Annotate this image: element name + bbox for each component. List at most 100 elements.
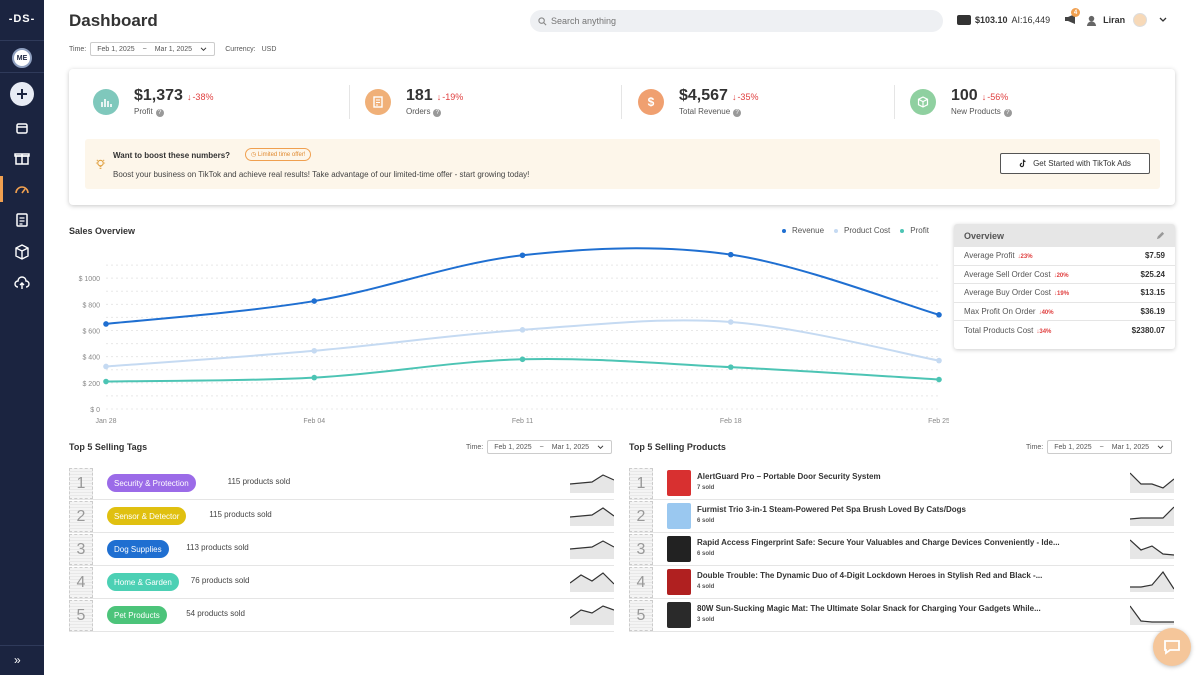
legend-revenue[interactable]: Revenue <box>782 226 824 235</box>
receipt-icon <box>365 89 391 115</box>
product-name[interactable]: Furmist Trio 3-in-1 Steam-Powered Pet Sp… <box>697 505 966 514</box>
stat-value: 100 <box>951 87 978 104</box>
product-sold: 4 sold <box>697 584 715 590</box>
tag-row[interactable]: 1 Security & Protection 115 products sol… <box>69 467 614 500</box>
overview-value: $36.19 <box>1140 306 1165 316</box>
product-row[interactable]: 3 Rapid Access Fingerprint Safe: Secure … <box>629 533 1174 566</box>
search-bar[interactable] <box>530 10 943 32</box>
help-icon[interactable]: ? <box>155 109 164 117</box>
tag-row[interactable]: 2 Sensor & Detector 115 products sold <box>69 500 614 533</box>
product-row[interactable]: 1 AlertGuard Pro – Portable Door Securit… <box>629 467 1174 500</box>
help-icon[interactable]: ? <box>733 109 742 117</box>
products-sold: 115 products sold <box>209 510 272 519</box>
document-icon[interactable] <box>14 212 30 228</box>
tag-row[interactable]: 4 Home & Garden 76 products sold <box>69 566 614 599</box>
y-tick-label: $ 1000 <box>79 276 101 283</box>
top-tags-title: Top 5 Selling Tags <box>69 442 148 452</box>
data-point[interactable] <box>103 363 109 370</box>
date-from: Feb 1, 2025 <box>494 443 532 451</box>
rank-number: 4 <box>629 567 653 598</box>
date-to: Mar 1, 2025 <box>1111 443 1150 451</box>
overview-value: $13.15 <box>1140 288 1165 298</box>
overview-change: 19% <box>1057 291 1070 298</box>
data-point[interactable] <box>311 298 318 304</box>
legend-product-cost[interactable]: Product Cost <box>834 226 890 235</box>
product-thumbnail[interactable] <box>667 602 691 628</box>
box-icon[interactable] <box>14 244 30 260</box>
ai-credits[interactable]: AI:16,449 <box>1012 15 1051 25</box>
product-name[interactable]: Double Trouble: The Dynamic Duo of 4-Dig… <box>697 571 1042 580</box>
tag-pill[interactable]: Home & Garden <box>107 573 179 591</box>
search-icon <box>538 16 547 25</box>
product-row[interactable]: 2 Furmist Trio 3-in-1 Steam-Powered Pet … <box>629 500 1174 533</box>
date-range-picker[interactable]: Feb 1, 2025 ~ Mar 1, 2025 <box>487 440 613 454</box>
product-thumbnail[interactable] <box>667 569 691 595</box>
tag-row[interactable]: 3 Dog Supplies 113 products sold <box>69 533 614 566</box>
data-point[interactable] <box>103 378 109 385</box>
dollar-icon: $ <box>638 89 664 115</box>
help-icon[interactable]: ? <box>433 109 442 117</box>
expand-sidebar-icon[interactable]: » <box>14 653 21 667</box>
stat-label: New Products <box>951 107 1001 116</box>
search-input[interactable] <box>551 16 931 26</box>
chevron-down-icon[interactable] <box>1159 17 1167 23</box>
user-name[interactable]: Liran <box>1103 15 1125 25</box>
notifications-button[interactable]: 4 <box>1064 8 1081 27</box>
chevron-down-icon <box>1157 444 1164 449</box>
product-name[interactable]: AlertGuard Pro – Portable Door Security … <box>697 472 881 481</box>
data-point[interactable] <box>519 356 526 363</box>
gauge-icon[interactable] <box>14 181 30 197</box>
app-logo[interactable]: -DS- <box>0 13 44 25</box>
legend-profit[interactable]: Profit <box>900 226 929 235</box>
data-point[interactable] <box>936 312 942 318</box>
add-icon[interactable] <box>10 82 34 106</box>
date-to: Mar 1, 2025 <box>551 443 590 451</box>
data-point[interactable] <box>936 357 942 364</box>
tag-pill[interactable]: Pet Products <box>107 606 167 624</box>
data-point[interactable] <box>311 374 318 381</box>
data-point[interactable] <box>103 321 109 327</box>
data-point[interactable] <box>311 347 318 354</box>
tag-pill[interactable]: Security & Protection <box>107 474 196 492</box>
overview-change: 23% <box>1020 254 1033 261</box>
product-thumbnail[interactable] <box>667 503 691 529</box>
help-icon[interactable]: ? <box>1003 109 1012 117</box>
product-name[interactable]: Rapid Access Fingerprint Safe: Secure Yo… <box>697 538 1060 547</box>
avatar[interactable] <box>1133 13 1148 27</box>
product-thumbnail[interactable] <box>667 470 691 496</box>
tiktok-ads-button[interactable]: Get Started with TikTok Ads <box>1000 153 1150 174</box>
tag-pill[interactable]: Sensor & Detector <box>107 507 187 525</box>
balance[interactable]: $103.10 <box>975 15 1008 25</box>
date-range-picker[interactable]: Feb 1, 2025 ~ Mar 1, 2025 <box>1047 440 1173 454</box>
currency-value[interactable]: USD <box>262 46 277 53</box>
overview-row: Average Profit ↓23% $7.59 <box>954 247 1175 266</box>
tiktok-icon <box>1019 159 1026 168</box>
product-row[interactable]: 4 Double Trouble: The Dynamic Duo of 4-D… <box>629 566 1174 599</box>
product-name[interactable]: 80W Sun-Sucking Magic Mat: The Ultimate … <box>697 604 1041 613</box>
tag-pill[interactable]: Dog Supplies <box>107 540 169 558</box>
data-point[interactable] <box>727 364 734 370</box>
store-icon[interactable] <box>14 120 30 136</box>
date-range-picker[interactable]: Feb 1, 2025 ~ Mar 1, 2025 <box>90 42 216 56</box>
products-sold: 76 products sold <box>190 576 250 585</box>
edit-icon[interactable] <box>1156 231 1165 240</box>
data-point[interactable] <box>727 319 734 325</box>
data-point[interactable] <box>727 251 734 258</box>
data-point[interactable] <box>936 376 942 383</box>
workspace-avatar[interactable]: ME <box>12 48 32 68</box>
product-row[interactable]: 5 80W Sun-Sucking Magic Mat: The Ultimat… <box>629 599 1174 632</box>
products-time-filter: Time: Feb 1, 2025 ~ Mar 1, 2025 <box>1026 440 1173 454</box>
chat-button[interactable] <box>1153 628 1191 666</box>
data-point[interactable] <box>519 327 526 333</box>
gift-icon[interactable] <box>14 150 30 166</box>
data-point[interactable] <box>519 252 526 259</box>
active-nav-indicator <box>0 176 3 202</box>
product-thumbnail[interactable] <box>667 536 691 562</box>
y-tick-label: $ 400 <box>82 355 100 362</box>
overview-row: Average Sell Order Cost ↓20% $25.24 <box>954 266 1175 284</box>
x-tick-label: Feb 18 <box>720 418 742 425</box>
tag-row[interactable]: 5 Pet Products 54 products sold <box>69 599 614 632</box>
y-tick-label: $ 200 <box>82 381 100 388</box>
clock-icon: ◷ <box>251 152 258 158</box>
cloud-upload-icon[interactable] <box>14 275 30 291</box>
